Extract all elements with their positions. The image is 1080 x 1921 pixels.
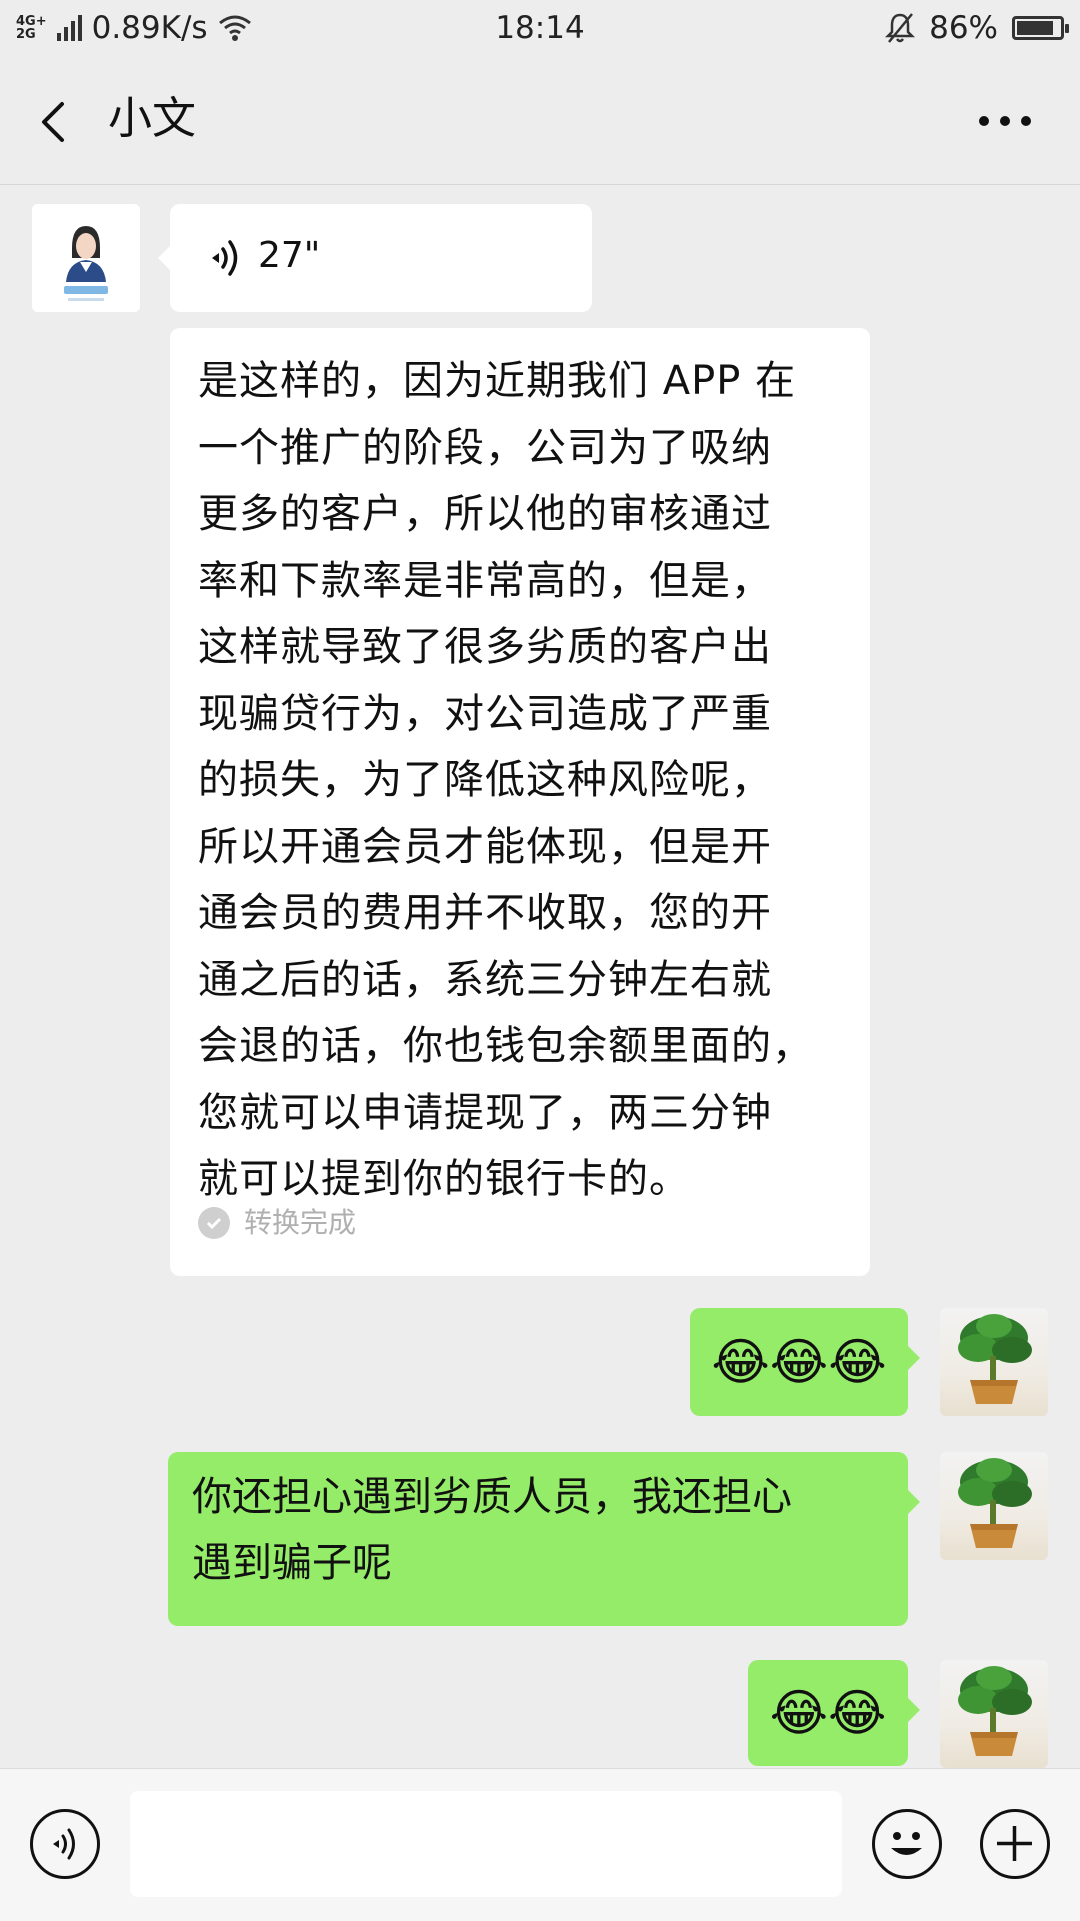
outgoing-text-message[interactable]: 你还担心遇到劣质人员，我还担心 遇到骗子呢: [168, 1452, 920, 1626]
potted-plant-avatar: [958, 1458, 1032, 1548]
my-avatar[interactable]: [940, 1452, 1048, 1560]
battery-icon: [1012, 16, 1069, 40]
voice-message-bubble[interactable]: 27": [158, 204, 592, 312]
conversion-status-label: 转换完成: [244, 1206, 357, 1239]
transcript-line: 一个推广的阶段，公司为了吸纳: [198, 424, 772, 471]
transcript-line: 所以开通会员才能体现，但是开: [198, 823, 772, 870]
emoji-content: 😂😂: [769, 1684, 887, 1742]
chat-header: 小文: [0, 58, 1080, 185]
battery-percent: 86%: [929, 10, 998, 46]
status-right: 86%: [885, 10, 1069, 46]
transcript-line: 通之后的话，系统三分钟左右就: [198, 956, 772, 1003]
check-circle-icon: [198, 1207, 230, 1239]
outgoing-emoji-message[interactable]: 😂😂😂: [690, 1308, 920, 1416]
battery-fill: [1017, 21, 1054, 35]
potted-plant-avatar: [958, 1314, 1032, 1404]
transcript-line: 通会员的费用并不收取，您的开: [198, 890, 772, 936]
emoji-button[interactable]: [872, 1809, 942, 1879]
my-avatar[interactable]: [940, 1308, 1048, 1416]
voice-duration: 27": [258, 235, 321, 276]
voice-input-button[interactable]: [30, 1809, 100, 1879]
outgoing-emoji-message[interactable]: 😂😂: [748, 1660, 920, 1766]
emoji-content: 😂😂😂: [711, 1333, 887, 1391]
message-line: 遇到骗子呢: [192, 1540, 392, 1586]
transcript-line: 现骗贷行为，对公司造成了严重: [198, 690, 772, 737]
back-button[interactable]: [28, 88, 84, 154]
chevron-left-icon: [42, 102, 64, 142]
potted-plant-avatar: [958, 1666, 1032, 1756]
more-dots-icon: [979, 116, 1031, 126]
transcript-line: 更多的客户，所以他的审核通过: [198, 491, 772, 537]
bell-muted-icon: [885, 13, 916, 43]
conversion-status: 转换完成: [198, 1190, 356, 1256]
message-input[interactable]: [130, 1791, 842, 1897]
transcript-line: 是这样的，因为近期我们 APP 在: [198, 358, 797, 404]
my-avatar[interactable]: [940, 1660, 1048, 1768]
more-actions-button[interactable]: [980, 1809, 1050, 1879]
more-button[interactable]: [970, 88, 1040, 154]
plus-icon: [997, 1826, 1032, 1861]
voice-transcript-bubble[interactable]: 是这样的，因为近期我们 APP 在 一个推广的阶段，公司为了吸纳 更多的客户，所…: [170, 328, 870, 1276]
transcript-line: 率和下款率是非常高的，但是，: [198, 557, 772, 604]
transcript-line: 您就可以申请提现了，两三分钟: [198, 1089, 772, 1136]
transcript-text: 是这样的，因为近期我们 APP 在 一个推广的阶段，公司为了吸纳 更多的客户，所…: [170, 328, 870, 1213]
transcript-line: 的损失，为了降低这种风险呢，: [198, 757, 772, 803]
message-line: 你还担心遇到劣质人员，我还担心: [192, 1474, 792, 1520]
smiley-icon: [891, 1832, 922, 1855]
voice-input-icon: [53, 1828, 75, 1860]
transcript-line: 这样就导致了很多劣质的客户出: [198, 624, 772, 670]
chat-title: 小文: [108, 93, 196, 144]
status-bar: 4G+ 2G 0.89K/s 18:14 86%: [0, 0, 1080, 58]
contact-avatar-image: [32, 204, 140, 312]
input-bar: [0, 1768, 1080, 1921]
transcript-line: 会退的话，你也钱包余额里面的，: [198, 1023, 813, 1069]
contact-avatar[interactable]: [32, 204, 140, 312]
voice-playback-icon: [212, 240, 238, 276]
